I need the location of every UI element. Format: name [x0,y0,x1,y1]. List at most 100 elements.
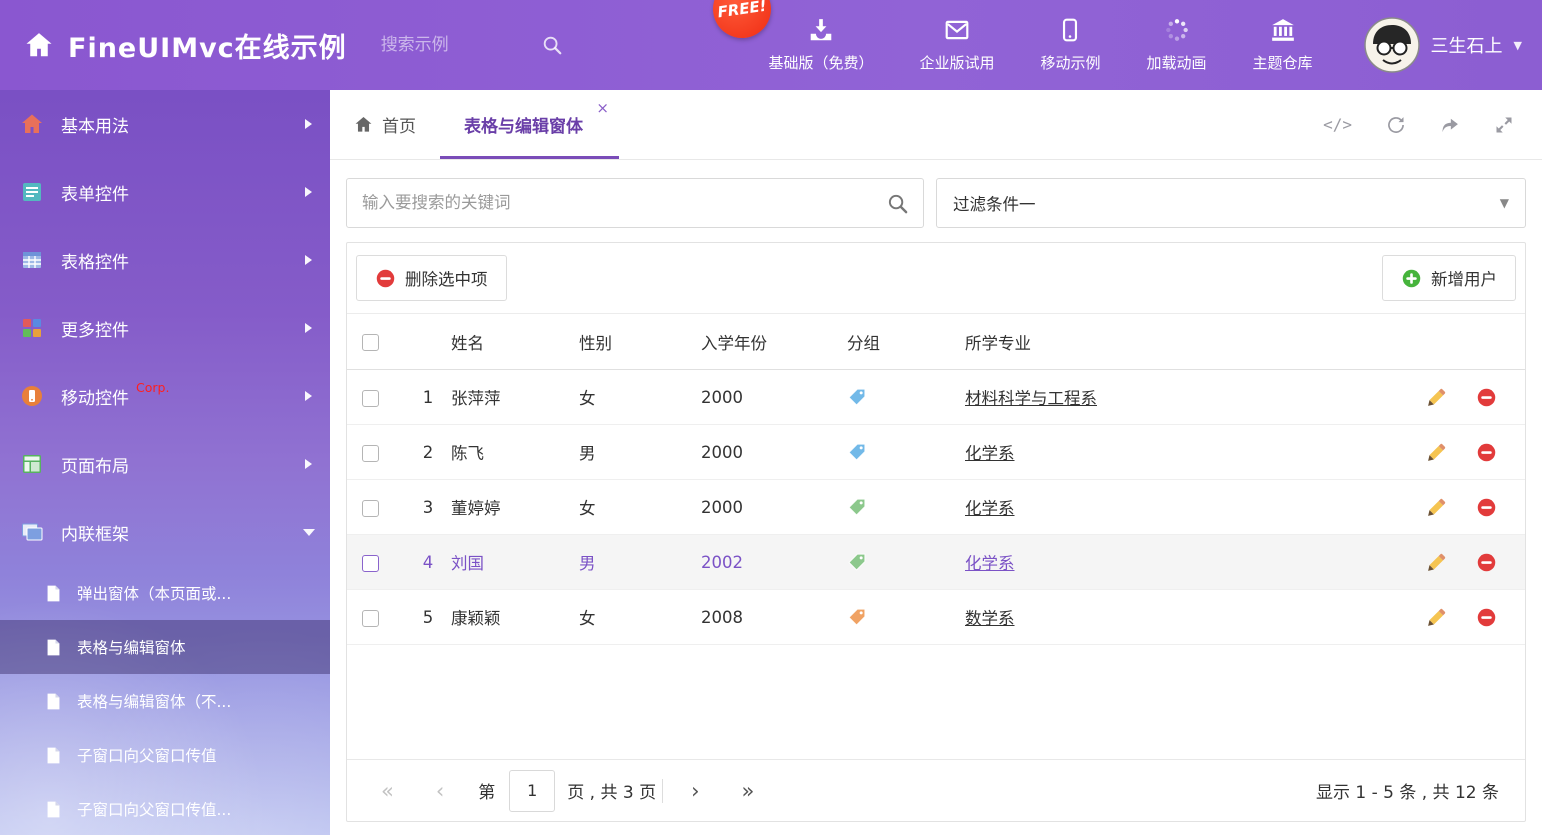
major-link[interactable]: 化学系 [965,554,1015,573]
col-header-major[interactable]: 所学专业 [965,314,1413,370]
header-search-input[interactable] [381,35,531,55]
sidebar-subitem-child-to-parent-2[interactable]: 子窗口向父窗口传值... [0,782,330,835]
refresh-icon[interactable] [1386,115,1406,135]
group-tag-icon [847,387,867,407]
sidebar-subitem-grid-edit-window-2[interactable]: 表格与编辑窗体（不... [0,674,330,728]
divider [662,779,663,803]
major-link[interactable]: 数学系 [965,609,1015,628]
sidebar-subitem-label: 子窗口向父窗口传值 [77,744,217,766]
cell-gender: 男 [579,535,701,590]
plus-circle-icon [1401,268,1422,289]
add-user-button[interactable]: 新增用户 [1382,255,1516,301]
chevron-down-icon [303,529,315,536]
tab-home[interactable]: 首页 [330,90,440,159]
major-link[interactable]: 化学系 [965,499,1015,518]
sidebar-item-label: 表格控件 [61,248,129,273]
sidebar-subitem-popup-window[interactable]: 弹出窗体（本页面或... [0,566,330,620]
edit-row-button[interactable] [1426,552,1447,573]
app-root: FineUIMvc在线示例 FREE! 基础版（免费） 企业版试用 移动示例 加… [0,0,1542,835]
col-header-gender[interactable]: 性别 [579,314,701,370]
caret-down-icon: ▼ [1514,39,1522,52]
sidebar-item-basic-usage[interactable]: 基本用法 [0,90,330,158]
row-number-header [405,314,451,370]
button-label: 删除选中项 [405,266,488,290]
sidebar-item-page-layout[interactable]: 页面布局 [0,430,330,498]
page-number-input[interactable] [509,770,555,812]
sidebar-item-label: 表单控件 [61,180,129,205]
user-name: 三生石上 [1431,32,1503,58]
keyword-search-input[interactable] [347,179,923,227]
row-checkbox[interactable] [362,610,379,627]
edit-row-button[interactable] [1426,387,1447,408]
delete-selected-button[interactable]: 删除选中项 [356,255,507,301]
nav-item-theme-repo[interactable]: 主题仓库 [1230,17,1336,73]
table-icon [20,248,44,272]
delete-row-button[interactable] [1476,387,1497,408]
row-checkbox[interactable] [362,555,379,572]
home-icon[interactable] [24,30,54,60]
nav-item-enterprise-trial[interactable]: 企业版试用 [896,17,1017,73]
prev-page-button[interactable]: ‹ [428,779,452,803]
row-checkbox[interactable] [362,500,379,517]
nav-item-loading-animation[interactable]: 加载动画 [1124,17,1230,73]
table-row[interactable]: 3 董婷婷 女 2000 化学系 [347,480,1525,535]
col-header-group[interactable]: 分组 [847,314,965,370]
select-all-checkbox[interactable] [362,334,379,351]
table-row[interactable]: 2 陈飞 男 2000 化学系 [347,425,1525,480]
sidebar-item-more-controls[interactable]: 更多控件 [0,294,330,362]
nav-label: 企业版试用 [919,52,994,73]
filter-dropdown[interactable]: 过滤条件一 ▼ [936,178,1526,228]
table-row-selected[interactable]: 4 刘国 男 2002 化学系 [347,535,1525,590]
sidebar-item-iframe[interactable]: 内联框架 [0,498,330,566]
next-page-button[interactable]: › [683,779,707,803]
page-count-text: 页 , 共 3 页 [567,778,656,803]
table-row[interactable]: 5 康颖颖 女 2008 数学系 [347,590,1525,645]
tab-close-icon[interactable]: × [596,99,609,117]
chevron-right-icon [305,119,312,129]
tab-toolbar: </> [1323,90,1542,159]
row-number: 2 [405,425,451,480]
user-menu[interactable]: 三生石上 ▼ [1364,17,1522,73]
corp-badge: Corp. [136,380,169,395]
delete-row-button[interactable] [1476,552,1497,573]
sidebar-subitem-child-to-parent[interactable]: 子窗口向父窗口传值 [0,728,330,782]
cell-name: 董婷婷 [451,480,579,535]
main-content: 首页 表格与编辑窗体 × </> 过滤条件一 ▼ [330,90,1542,835]
row-checkbox[interactable] [362,390,379,407]
keyword-search [346,178,924,228]
edit-row-button[interactable] [1426,442,1447,463]
download-icon [808,17,834,43]
search-icon[interactable] [886,192,909,215]
mobile-controls-icon [20,384,44,408]
sidebar-item-form-controls[interactable]: 表单控件 [0,158,330,226]
last-page-button[interactable]: » [734,779,763,803]
nav-label: 基础版（免费） [768,52,873,73]
share-icon[interactable] [1440,115,1460,135]
caret-down-icon: ▼ [1500,196,1509,210]
row-number: 1 [405,370,451,425]
sidebar-subitem-grid-edit-window[interactable]: 表格与编辑窗体 [0,620,330,674]
delete-row-button[interactable] [1476,442,1497,463]
delete-row-button[interactable] [1476,497,1497,518]
view-source-icon[interactable]: </> [1323,115,1352,134]
search-icon[interactable] [541,34,563,56]
edit-row-button[interactable] [1426,497,1447,518]
nav-item-mobile-demo[interactable]: 移动示例 [1017,17,1123,73]
sidebar-item-grid-controls[interactable]: 表格控件 [0,226,330,294]
row-checkbox[interactable] [362,445,379,462]
nav-item-basic-edition[interactable]: FREE! 基础版（免费） [745,17,896,73]
tab-grid-edit-window[interactable]: 表格与编辑窗体 × [440,90,619,159]
col-header-year[interactable]: 入学年份 [701,314,847,370]
fullscreen-icon[interactable] [1494,115,1514,135]
table-row[interactable]: 1 张萍萍 女 2000 材料科学与工程系 [347,370,1525,425]
edit-row-button[interactable] [1426,607,1447,628]
first-page-button[interactable]: « [373,779,402,803]
col-header-name[interactable]: 姓名 [451,314,579,370]
sidebar-item-mobile-controls[interactable]: 移动控件 Corp. [0,362,330,430]
file-icon [44,799,63,820]
major-link[interactable]: 材料科学与工程系 [965,389,1097,408]
major-link[interactable]: 化学系 [965,444,1015,463]
group-tag-icon [847,497,867,517]
minus-circle-icon [1476,552,1497,573]
delete-row-button[interactable] [1476,607,1497,628]
